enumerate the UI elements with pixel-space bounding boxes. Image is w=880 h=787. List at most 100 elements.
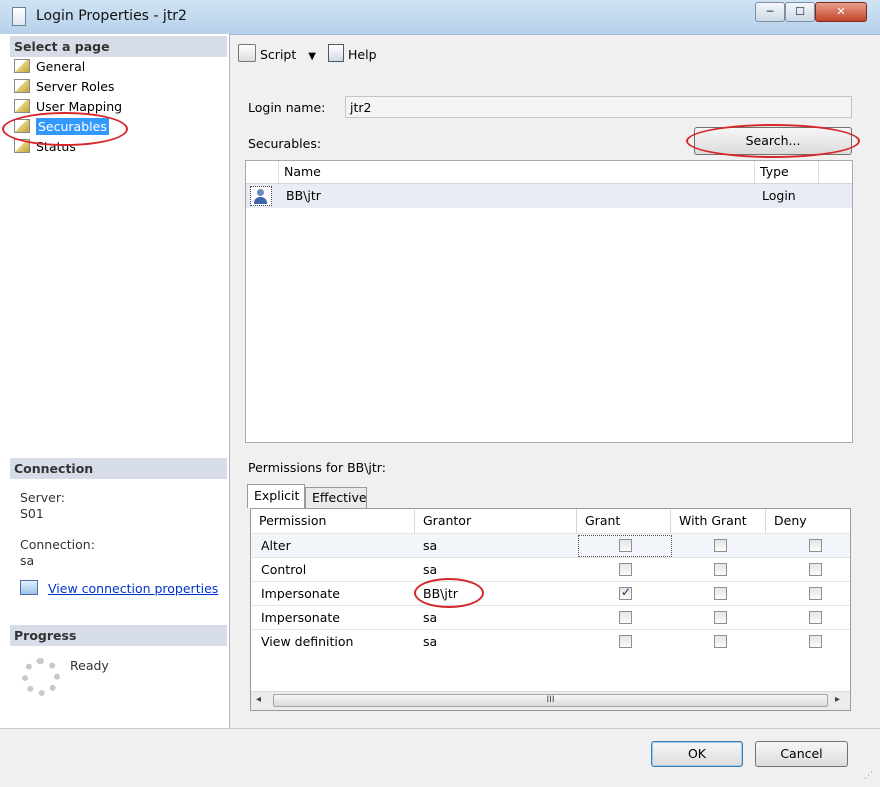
left-pane: Select a page General Server Roles User … [0,34,230,728]
permissions-grid[interactable]: Permission Grantor Grant With Grant Deny… [250,508,851,711]
page-item-label: User Mapping [36,99,123,114]
grantor-cell: BB\jtr [423,586,458,601]
script-icon [238,44,256,62]
page-item-status[interactable]: Status [14,138,76,156]
close-button[interactable]: ✕ [815,2,867,22]
ok-button[interactable]: OK [651,741,743,767]
maximize-button[interactable]: ☐ [785,2,815,22]
page-item-label: General [36,59,86,74]
chevron-down-icon: ▼ [308,51,316,62]
securables-header: Name Type [246,161,852,184]
page-icon [14,59,30,73]
page-item-label: Server Roles [36,79,115,94]
page-item-label-selected: Securables [36,118,109,135]
progress-header: Progress [10,625,227,646]
scroll-left-icon[interactable]: ◂ [256,694,261,705]
deny-checkbox[interactable] [809,539,822,552]
column-header-type[interactable]: Type [760,164,789,179]
dialog-footer: OK Cancel ⋰ [0,728,880,787]
grantor-cell: sa [423,610,438,625]
login-name-label: Login name: [248,100,326,115]
login-name-field[interactable]: jtr2 [345,96,852,118]
scroll-thumb[interactable]: III [273,694,828,707]
page-item-securables[interactable]: Securables [14,118,109,136]
with-grant-checkbox[interactable] [714,539,727,552]
page-icon [14,99,30,113]
help-button[interactable]: Help [328,44,377,62]
securable-name: BB\jtr [286,188,321,203]
tab-effective[interactable]: Effective [305,487,367,508]
securables-row[interactable]: BB\jtr Login [246,184,852,208]
page-item-label: Status [36,139,76,154]
securable-type: Login [762,188,796,203]
column-header-with-grant[interactable]: With Grant [671,509,766,533]
page-item-user-mapping[interactable]: User Mapping [14,98,122,116]
column-header-permission[interactable]: Permission [251,509,415,533]
permissions-label: Permissions for BB\jtr: [248,460,386,475]
script-label: Script [260,47,297,62]
column-header-name[interactable]: Name [284,164,321,179]
column-header-grant[interactable]: Grant [577,509,671,533]
server-label: Server: [20,490,65,505]
permission-cell: Impersonate [261,586,340,601]
window-title: Login Properties - jtr2 [36,8,187,24]
window-icon [12,7,26,26]
page-icon [14,139,30,153]
login-properties-window: Login Properties - jtr2 ─ ☐ ✕ Select a p… [0,0,880,787]
resize-grip-icon[interactable]: ⋰ [864,771,876,783]
column-header-deny[interactable]: Deny [766,509,850,533]
column-header-grantor[interactable]: Grantor [415,509,577,533]
securables-list[interactable]: Name Type BB\jtr Login [245,160,853,443]
table-row[interactable]: Control sa [251,557,850,581]
connection-label: Connection: [20,537,95,552]
table-row[interactable]: Impersonate sa [251,605,850,629]
with-grant-checkbox[interactable] [714,563,727,576]
deny-checkbox[interactable] [809,635,822,648]
tab-explicit[interactable]: Explicit [247,484,305,508]
deny-checkbox[interactable] [809,611,822,624]
connection-properties-icon [20,580,38,595]
horizontal-scrollbar[interactable]: ◂ III ▸ [251,691,850,710]
permission-cell: Impersonate [261,610,340,625]
permission-cell: Alter [261,538,291,553]
connection-value: sa [20,553,35,568]
view-connection-properties[interactable]: View connection properties [20,580,218,596]
grant-checkbox[interactable] [619,635,632,648]
securables-label: Securables: [248,136,322,151]
table-row[interactable]: Alter sa [251,533,850,557]
minimize-icon: ─ [766,5,774,18]
scroll-right-icon[interactable]: ▸ [835,694,840,705]
page-item-server-roles[interactable]: Server Roles [14,78,114,96]
toolbar: Script ▼ Help [230,34,880,74]
progress-spinner-icon [22,658,60,696]
with-grant-checkbox[interactable] [714,635,727,648]
page-icon [14,79,30,93]
with-grant-checkbox[interactable] [714,587,727,600]
title-bar[interactable]: Login Properties - jtr2 ─ ☐ ✕ [0,0,880,35]
progress-status: Ready [70,658,109,673]
user-icon [250,186,272,206]
search-button[interactable]: Search... [694,127,852,155]
minimize-button[interactable]: ─ [755,2,785,22]
close-icon: ✕ [836,5,846,18]
page-item-general[interactable]: General [14,58,85,76]
grant-checkbox[interactable] [619,539,632,552]
help-icon [328,44,344,62]
script-button[interactable]: Script ▼ [238,44,316,62]
permissions-header-row: Permission Grantor Grant With Grant Deny [251,509,850,533]
permission-cell: View definition [261,634,354,649]
grantor-cell: sa [423,562,438,577]
help-label: Help [348,47,377,62]
connection-header: Connection [10,458,227,479]
with-grant-checkbox[interactable] [714,611,727,624]
cancel-button[interactable]: Cancel [755,741,848,767]
select-page-header: Select a page [10,36,227,57]
deny-checkbox[interactable] [809,587,822,600]
deny-checkbox[interactable] [809,563,822,576]
table-row[interactable]: Impersonate BB\jtr [251,581,850,605]
table-row[interactable]: View definition sa [251,629,850,653]
grant-checkbox[interactable] [619,611,632,624]
grant-checkbox-checked[interactable] [619,585,632,600]
grant-checkbox[interactable] [619,563,632,576]
view-connection-link[interactable]: View connection properties [48,581,218,596]
